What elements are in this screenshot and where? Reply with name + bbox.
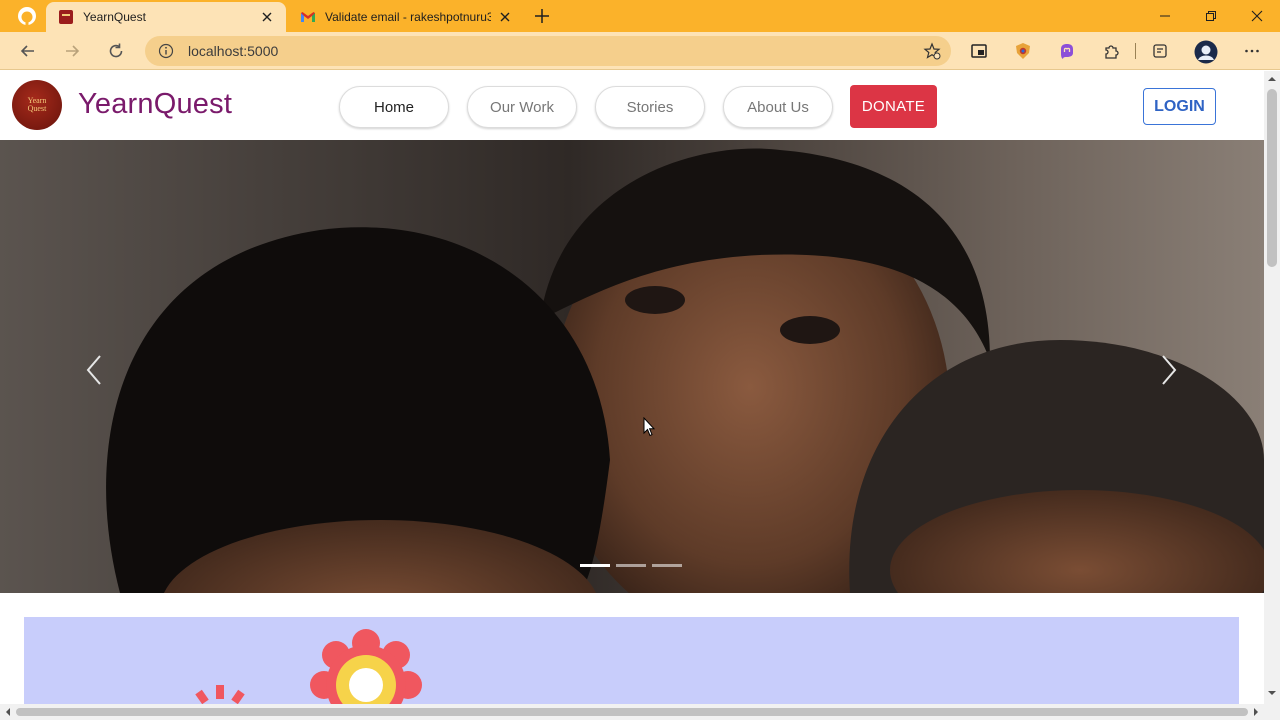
minimize-icon[interactable] <box>1157 8 1173 24</box>
github-icon[interactable] <box>17 6 37 26</box>
extension-shield-icon[interactable] <box>1014 42 1032 60</box>
logo-text: Yearn Quest <box>27 96 47 113</box>
mastodon-extension-icon[interactable] <box>1058 42 1076 60</box>
brand-name[interactable]: YearnQuest <box>78 88 232 121</box>
carousel-indicator-3[interactable] <box>652 564 682 567</box>
vertical-scroll-thumb[interactable] <box>1267 89 1277 267</box>
donate-button[interactable]: DONATE <box>850 85 937 128</box>
hero-carousel <box>0 140 1264 593</box>
tab-yearnquest[interactable]: YearnQuest <box>46 2 286 32</box>
tab-title: YearnQuest <box>83 10 146 24</box>
address-toolbar: localhost:5000 <box>0 32 1280 70</box>
feature-section <box>24 617 1239 704</box>
carousel-prev-icon[interactable] <box>80 350 110 390</box>
profile-avatar-icon[interactable] <box>1194 40 1218 64</box>
reload-icon[interactable] <box>106 41 126 61</box>
flower-illustration-icon <box>195 629 422 704</box>
carousel-indicator-2[interactable] <box>616 564 646 567</box>
site-logo[interactable]: Yearn Quest <box>12 80 62 130</box>
close-tab-icon[interactable] <box>259 9 275 25</box>
gmail-icon <box>301 12 315 22</box>
nav-stories[interactable]: Stories <box>595 86 705 128</box>
tab-validate-email[interactable]: Validate email - rakeshpotnuru3... <box>288 2 524 32</box>
scrollbar-corner <box>1264 704 1280 720</box>
nav-home[interactable]: Home <box>339 86 449 128</box>
nav-about-us[interactable]: About Us <box>723 86 833 128</box>
carousel-indicator-1[interactable] <box>580 564 610 567</box>
back-icon[interactable] <box>18 41 38 61</box>
url-text: localhost:5000 <box>188 43 279 59</box>
extensions-puzzle-icon[interactable] <box>1102 42 1120 60</box>
yearnquest-favicon-icon <box>59 10 73 24</box>
login-button[interactable]: LOGIN <box>1143 88 1216 125</box>
horizontal-scroll-thumb[interactable] <box>16 708 1248 716</box>
carousel-next-icon[interactable] <box>1153 350 1183 390</box>
horizontal-scrollbar[interactable] <box>0 704 1264 720</box>
vertical-scrollbar[interactable] <box>1264 71 1280 704</box>
scroll-down-arrow-icon[interactable] <box>1268 689 1276 697</box>
mouse-cursor-icon <box>643 417 655 437</box>
scroll-right-arrow-icon[interactable] <box>1252 708 1260 716</box>
restore-icon[interactable] <box>1203 8 1219 24</box>
add-favorite-icon[interactable] <box>923 42 941 60</box>
children-photo <box>0 140 1264 593</box>
tab-title: Validate email - rakeshpotnuru3... <box>325 10 491 24</box>
toolbar-separator <box>1135 43 1136 59</box>
new-tab-icon[interactable] <box>533 7 551 25</box>
forward-icon[interactable] <box>62 41 82 61</box>
picture-in-picture-icon[interactable] <box>970 42 988 60</box>
browser-tab-strip: YearnQuest Validate email - rakeshpotnur… <box>0 0 1280 32</box>
nav-our-work[interactable]: Our Work <box>467 86 577 128</box>
scroll-up-arrow-icon[interactable] <box>1268 75 1276 83</box>
scroll-left-arrow-icon[interactable] <box>4 708 12 716</box>
site-header: Yearn Quest YearnQuest Home Our Work Sto… <box>0 71 1264 140</box>
more-menu-icon[interactable] <box>1243 42 1261 60</box>
site-info-icon[interactable] <box>158 43 174 59</box>
address-bar[interactable]: localhost:5000 <box>145 36 951 66</box>
collections-icon[interactable] <box>1151 42 1169 60</box>
close-window-icon[interactable] <box>1249 8 1265 24</box>
web-page: Yearn Quest YearnQuest Home Our Work Sto… <box>0 71 1264 704</box>
carousel-indicators <box>580 564 682 567</box>
close-tab-icon[interactable] <box>497 9 513 25</box>
